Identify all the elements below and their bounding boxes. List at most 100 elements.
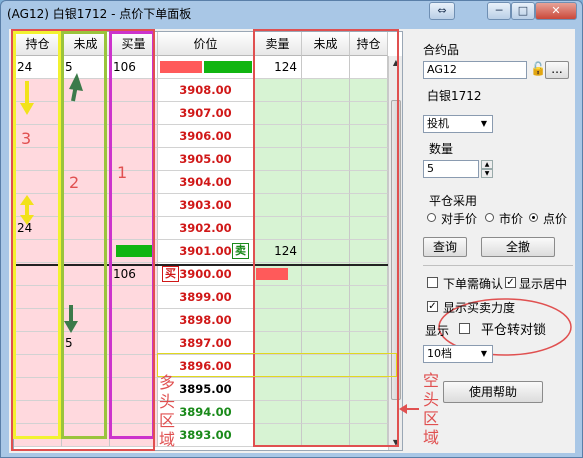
hold-sell-cell[interactable] — [350, 102, 388, 125]
pending-buy-cell[interactable] — [62, 171, 110, 194]
hold-buy-cell[interactable] — [14, 263, 62, 286]
hold-sell-cell[interactable] — [350, 240, 388, 263]
price-cell[interactable]: 3906.00 — [158, 125, 254, 148]
sell-qty-cell[interactable] — [254, 79, 302, 102]
price-cell[interactable]: 3900.00 买 — [158, 263, 254, 286]
buy-qty-cell[interactable] — [110, 125, 158, 148]
hold-sell-cell[interactable] — [350, 424, 388, 447]
pending-sell-cell[interactable] — [302, 125, 350, 148]
hold-buy-cell[interactable] — [14, 355, 62, 378]
hold-sell-cell[interactable] — [350, 401, 388, 424]
price-cell[interactable]: 3898.00 — [158, 309, 254, 332]
sell-qty-cell[interactable] — [254, 171, 302, 194]
pending-sell-cell[interactable] — [302, 148, 350, 171]
pending-sell-cell[interactable] — [302, 332, 350, 355]
depth-select[interactable]: 10档 ▼ — [423, 345, 493, 363]
center-label[interactable]: 显示居中 — [519, 275, 567, 292]
buy-qty-cell[interactable] — [110, 401, 158, 424]
pending-buy-cell[interactable] — [62, 424, 110, 447]
hold-sell-cell[interactable] — [350, 355, 388, 378]
hedge-select[interactable]: 投机 ▼ — [423, 115, 493, 133]
pending-sell-cell[interactable] — [302, 240, 350, 263]
pending-buy-cell[interactable] — [62, 401, 110, 424]
price-cell[interactable]: 3893.00 — [158, 424, 254, 447]
pending-sell-cell[interactable] — [302, 217, 350, 240]
buy-qty-cell[interactable] — [110, 171, 158, 194]
pending-sell-cell[interactable] — [302, 355, 350, 378]
pending-buy-cell[interactable] — [62, 217, 110, 240]
hold-buy-cell[interactable] — [14, 309, 62, 332]
hold-buy-cell[interactable] — [14, 125, 62, 148]
minimize-button[interactable]: ─ — [487, 2, 511, 20]
hold-sell-cell[interactable] — [350, 217, 388, 240]
pending-sell-cell[interactable] — [302, 378, 350, 401]
sell-qty-cell[interactable] — [254, 401, 302, 424]
price-cell[interactable]: 3901.00 卖 — [158, 240, 254, 263]
pending-buy-cell[interactable] — [62, 378, 110, 401]
sell-qty-cell[interactable] — [254, 102, 302, 125]
hold-buy-cell[interactable] — [14, 194, 62, 217]
pending-buy-cell[interactable] — [62, 286, 110, 309]
contract-input[interactable]: AG12 — [423, 61, 527, 79]
pending-sell-cell[interactable] — [302, 401, 350, 424]
buy-qty-cell[interactable] — [110, 424, 158, 447]
pending-sell-cell[interactable] — [302, 263, 350, 286]
confirm-label[interactable]: 下单需确认 — [443, 275, 503, 292]
strength-label[interactable]: 显示买卖力度 — [443, 299, 515, 316]
browse-contract-button[interactable]: ... — [545, 61, 569, 79]
sell-qty-cell[interactable] — [254, 424, 302, 447]
scroll-up-icon[interactable]: ▲ — [389, 56, 403, 70]
hold-sell-cell[interactable] — [350, 194, 388, 217]
buy-qty-cell[interactable] — [110, 194, 158, 217]
lock-icon[interactable]: 🔓 — [530, 62, 546, 77]
help-button[interactable]: 使用帮助 — [443, 381, 543, 403]
sell-qty-cell[interactable] — [254, 148, 302, 171]
pending-sell-cell[interactable] — [302, 309, 350, 332]
pending-sell-cell[interactable] — [302, 171, 350, 194]
cancel-all-button[interactable]: 全撤 — [481, 237, 555, 257]
price-cell[interactable]: 3897.00 — [158, 332, 254, 355]
buy-qty-cell[interactable] — [110, 286, 158, 309]
sell-qty-cell[interactable] — [254, 332, 302, 355]
pending-buy-cell[interactable] — [62, 263, 110, 286]
center-checkbox[interactable]: ✓ — [505, 277, 516, 288]
hold-buy-cell[interactable]: 24 — [14, 217, 62, 240]
price-cell[interactable]: 3902.00 — [158, 217, 254, 240]
confirm-checkbox[interactable] — [427, 277, 438, 288]
qty-down-icon[interactable]: ▼ — [481, 169, 493, 178]
pending-buy-cell[interactable] — [62, 148, 110, 171]
scroll-thumb[interactable] — [391, 100, 401, 400]
buy-qty-cell[interactable] — [110, 355, 158, 378]
pending-sell-cell[interactable] — [302, 102, 350, 125]
hold-sell-cell[interactable] — [350, 171, 388, 194]
hold-sell-cell[interactable] — [350, 263, 388, 286]
restore-button[interactable]: □ — [511, 2, 535, 20]
radio-opponent[interactable] — [427, 213, 436, 222]
hold-sell-cell[interactable] — [350, 286, 388, 309]
pending-buy-cell[interactable] — [62, 194, 110, 217]
sell-qty-cell[interactable] — [254, 309, 302, 332]
hold-buy-cell[interactable] — [14, 332, 62, 355]
pending-sell-cell[interactable] — [302, 286, 350, 309]
hold-buy-cell[interactable] — [14, 240, 62, 263]
sell-tag[interactable]: 卖 — [232, 243, 249, 259]
buy-qty-cell[interactable] — [110, 79, 158, 102]
hold-sell-cell[interactable] — [350, 309, 388, 332]
price-cell[interactable]: 3899.00 — [158, 286, 254, 309]
strength-checkbox[interactable]: ✓ — [427, 301, 438, 312]
hold-sell-cell[interactable] — [350, 125, 388, 148]
hold-buy-cell[interactable] — [14, 171, 62, 194]
radio-opponent-label[interactable]: 对手价 — [441, 210, 477, 227]
query-button[interactable]: 查询 — [423, 237, 467, 257]
buy-qty-cell[interactable] — [110, 332, 158, 355]
ladder-scrollbar[interactable]: ▲ ▼ — [388, 56, 402, 450]
qty-up-icon[interactable]: ▲ — [481, 160, 493, 169]
sell-qty-cell[interactable] — [254, 263, 302, 286]
radio-market-label[interactable]: 市价 — [499, 210, 523, 227]
hold-buy-cell[interactable] — [14, 401, 62, 424]
pending-sell-cell[interactable] — [302, 424, 350, 447]
pending-buy-cell[interactable] — [62, 240, 110, 263]
pending-buy-cell[interactable] — [62, 355, 110, 378]
buy-qty-cell[interactable] — [110, 309, 158, 332]
buy-qty-cell[interactable] — [110, 217, 158, 240]
